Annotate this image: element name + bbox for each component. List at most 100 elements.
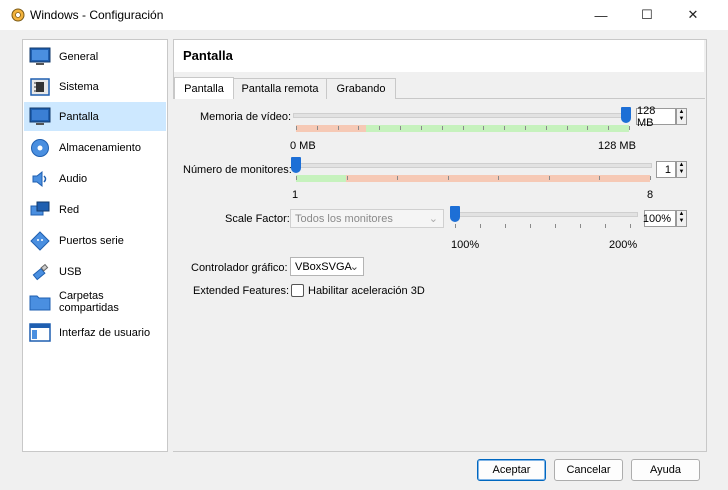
help-button[interactable]: Ayuda [631, 459, 700, 481]
tab-pantalla[interactable]: Pantalla [174, 77, 234, 99]
scale-slider-track[interactable] [452, 212, 638, 217]
serial-port-icon [29, 230, 51, 252]
slider-tick [555, 224, 556, 228]
slider-tick [358, 126, 360, 130]
scale-value: 100% [642, 212, 671, 225]
scale-input[interactable]: 100% [642, 210, 676, 227]
chip-icon [29, 76, 51, 98]
3d-acceleration-checkbox[interactable] [291, 284, 304, 297]
maximize-button[interactable]: ☐ [624, 0, 670, 30]
3d-acceleration-label: Habilitar aceleración 3D [308, 285, 425, 297]
monitors-max-label: 8 [647, 189, 654, 201]
sidebar-item-label: Red [59, 203, 80, 216]
graphics-controller-select[interactable]: VBoxSVGA ⌄ [290, 257, 364, 276]
usb-icon [29, 261, 51, 283]
sidebar-item-label: Interfaz de usuario [59, 326, 151, 339]
folder-icon [29, 291, 51, 313]
slider-tick [545, 126, 547, 130]
slider-tick [480, 224, 481, 228]
monitors-slider-handle[interactable] [291, 157, 301, 173]
sidebar-item-interfaz-de-usuario[interactable]: Interfaz de usuario [24, 318, 166, 347]
video-memory-slider-track[interactable] [293, 113, 631, 118]
slider-tick [420, 126, 422, 130]
slider-tick [566, 126, 568, 130]
sidebar-item-almacenamiento[interactable]: Almacenamiento [24, 133, 166, 162]
sidebar-item-label: Carpetas compartidas [59, 289, 119, 314]
video-memory-min-label: 0 MB [290, 140, 316, 152]
scale-factor-label: Scale Factor: [225, 213, 290, 225]
sidebar-item-audio[interactable]: Audio [24, 164, 166, 193]
virtualbox-gear-icon [10, 7, 26, 23]
tab-grabando[interactable]: Grabando [326, 78, 396, 99]
sidebar-item-red[interactable]: Red [24, 195, 166, 224]
slider-tick [397, 176, 399, 180]
slider-tick [530, 224, 531, 228]
video-memory-label: Memoria de vídeo: [200, 111, 292, 123]
slider-tick [441, 126, 443, 130]
slider-tick [346, 176, 348, 180]
video-memory-spin-button[interactable]: ▲ ▼ [676, 108, 687, 125]
network-icon [29, 199, 51, 221]
monitors-spin-button[interactable]: ▲ ▼ [676, 161, 687, 178]
slider-tick [599, 176, 601, 180]
speaker-icon [29, 168, 51, 190]
scale-min-label: 100% [451, 239, 480, 251]
slider-tick [379, 126, 381, 130]
scale-monitor-value: Todos los monitores [295, 212, 393, 225]
page-title: Pantalla [183, 48, 233, 63]
video-memory-range-bad [296, 125, 366, 132]
slider-tick [629, 126, 630, 130]
slider-tick [455, 224, 456, 228]
cancel-button[interactable]: Cancelar [554, 459, 623, 481]
video-memory-slider-handle[interactable] [621, 107, 631, 123]
slider-tick [548, 176, 550, 180]
monitors-min-label: 1 [292, 189, 299, 201]
ok-button[interactable]: Aceptar [477, 459, 546, 481]
slider-tick [605, 224, 606, 228]
sidebar-item-label: Almacenamiento [59, 141, 141, 154]
slider-tick [483, 126, 485, 130]
minimize-button[interactable]: — [578, 0, 624, 30]
sidebar-item-puertos-serie[interactable]: Puertos serie [24, 226, 166, 255]
sidebar-item-usb[interactable]: USB [24, 257, 166, 286]
graphics-controller-value: VBoxSVGA [295, 260, 352, 273]
sidebar-item-label: Sistema [59, 80, 99, 93]
video-memory-max-label: 128 MB [598, 140, 636, 152]
monitors-input[interactable]: 1 [656, 161, 676, 178]
monitor-icon [29, 46, 51, 68]
slider-tick [580, 224, 581, 228]
slider-tick [504, 126, 506, 130]
content-header [174, 40, 704, 72]
slider-tick [505, 224, 506, 228]
slider-tick [447, 176, 449, 180]
monitors-slider-track[interactable] [293, 163, 652, 168]
sidebar-item-sistema[interactable]: Sistema [24, 72, 166, 101]
scale-monitor-select[interactable]: Todos los monitores ⌄ [290, 209, 444, 228]
window-title: Windows - Configuración [30, 8, 164, 22]
slider-tick [524, 126, 526, 130]
monitors-label: Número de monitores: [183, 164, 292, 176]
sidebar-item-carpetas-compartidas[interactable]: Carpetas compartidas [24, 287, 166, 316]
slider-tick [316, 126, 318, 130]
sidebar-item-label: USB [59, 265, 82, 278]
monitors-range-good [296, 175, 346, 182]
extended-features-label: Extended Features: [193, 285, 290, 297]
disk-icon [29, 137, 51, 159]
sidebar-item-label: Puertos serie [59, 234, 124, 247]
sidebar-item-pantalla[interactable]: Pantalla [24, 102, 166, 131]
sidebar-item-general[interactable]: General [24, 42, 166, 71]
chevron-down-icon: ⌄ [428, 213, 438, 225]
slider-tick [400, 126, 402, 130]
slider-tick [296, 126, 297, 130]
video-memory-input[interactable]: 128 MB [636, 105, 676, 129]
video-memory-value: 128 MB [637, 104, 656, 129]
close-button[interactable]: ✕ [670, 0, 716, 30]
ui-window-icon [29, 322, 51, 344]
slider-tick [587, 126, 589, 130]
scale-spin-button[interactable]: ▲ ▼ [676, 210, 687, 227]
sidebar-item-label: Audio [59, 172, 88, 185]
slider-tick [650, 176, 651, 180]
sidebar-item-label: General [59, 50, 99, 63]
scale-slider-handle[interactable] [450, 206, 460, 222]
tab-pantalla-remota[interactable]: Pantalla remota [233, 78, 327, 99]
